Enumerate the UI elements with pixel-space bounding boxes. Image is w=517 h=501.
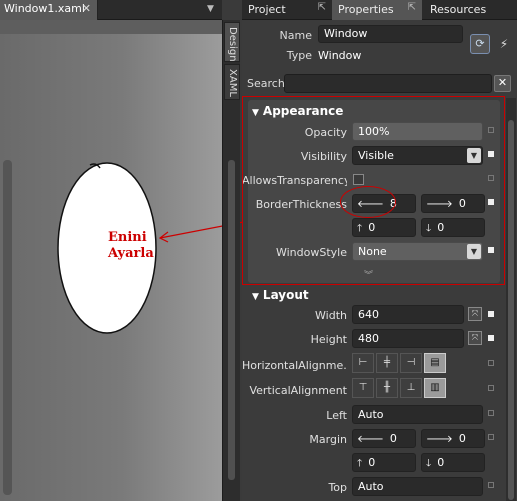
margin-right-value: 0 [458, 432, 466, 445]
vertical-scrollbar[interactable] [228, 160, 235, 480]
search-row: Search ✕ [242, 72, 517, 94]
annotation-circle [340, 186, 396, 218]
margin-bottom-input[interactable]: 🡓 0 [421, 453, 485, 472]
tab-project-label: Project [248, 3, 286, 16]
type-label: Type [286, 49, 312, 62]
tab-resources[interactable]: Resources [424, 0, 517, 20]
type-value: Window [318, 49, 362, 62]
left-label: Left [326, 409, 347, 422]
height-input[interactable]: 480 [352, 329, 464, 348]
width-input[interactable]: 640 [352, 305, 464, 324]
tab-project[interactable]: Project ⇱ [242, 0, 332, 20]
annotation-line-1: Enini [108, 230, 147, 245]
property-marker[interactable] [488, 482, 494, 488]
margin-label: Margin [309, 433, 347, 446]
annotation-text: Enini Ayarla [108, 230, 154, 262]
properties-scrollbar[interactable] [506, 98, 516, 501]
tab-design-label: Design [227, 27, 238, 62]
search-input[interactable] [284, 74, 492, 93]
auto-size-icon[interactable]: ⤧ [468, 307, 482, 321]
document-tab-bar: Window1.xaml ✕ ▼ [0, 0, 222, 20]
annotation-line-2: Ayarla [108, 246, 154, 261]
top-label: Top [328, 481, 347, 494]
arrow-right-icon: 🡒 [426, 434, 453, 445]
name-label: Name [279, 29, 312, 42]
top-input[interactable]: Auto [352, 477, 483, 496]
margin-bottom-value: 0 [437, 456, 445, 469]
arrow-up-icon: 🡑 [357, 458, 363, 469]
view-side-tabs: Design XAML [222, 20, 240, 501]
property-marker[interactable] [488, 335, 494, 341]
align-middle-icon[interactable]: ╫ [376, 378, 398, 398]
arrow-left-icon: 🡐 [357, 434, 384, 445]
properties-view-icon[interactable]: ⟳ [470, 34, 490, 54]
document-tab-title: Window1.xaml [4, 2, 85, 15]
align-left-icon[interactable]: ⊢ [352, 353, 374, 373]
arrow-down-icon: 🡓 [426, 458, 432, 469]
vertical-alignment-group: ⊤ ╫ ⊥ ▥ [352, 378, 452, 400]
pin-icon[interactable]: ⇱ [318, 2, 326, 13]
tab-xaml[interactable]: XAML [224, 64, 240, 100]
align-stretch-icon[interactable]: ▤ [424, 353, 446, 373]
width-label: Width [315, 309, 347, 322]
margin-left-value: 0 [389, 432, 397, 445]
vertical-alignment-label: VerticalAlignment [249, 384, 347, 397]
clear-search-icon[interactable]: ✕ [494, 75, 511, 92]
property-marker[interactable] [488, 311, 494, 317]
close-tab-icon[interactable]: ✕ [82, 2, 91, 15]
height-label: Height [310, 333, 347, 346]
search-label: Search [247, 77, 285, 90]
margin-right-input[interactable]: 🡒 0 [421, 429, 485, 448]
property-marker[interactable] [488, 385, 494, 391]
left-input[interactable]: Auto [352, 405, 483, 424]
tab-xaml-label: XAML [227, 69, 238, 97]
layout-header[interactable]: ▼ Layout [252, 288, 309, 304]
name-input[interactable]: Window [318, 25, 463, 43]
tab-properties-label: Properties [338, 3, 394, 16]
auto-size-icon[interactable]: ⤧ [468, 331, 482, 345]
align-center-icon[interactable]: ╪ [376, 353, 398, 373]
horizontal-alignment-label: HorizontalAlignme... [242, 359, 347, 372]
property-marker[interactable] [488, 360, 494, 366]
margin-top-input[interactable]: 🡑 0 [352, 453, 416, 472]
align-top-icon[interactable]: ⊤ [352, 378, 374, 398]
document-tab[interactable]: Window1.xaml ✕ [0, 0, 98, 20]
pin-icon[interactable]: ⇱ [408, 2, 416, 13]
chevron-down-icon[interactable]: ▼ [207, 4, 214, 14]
tab-design[interactable]: Design [224, 22, 240, 62]
object-info: Name Window Type Window ⟳ ⚡ [242, 20, 517, 70]
events-lightning-icon[interactable]: ⚡ [495, 34, 513, 54]
panel-tab-bar: Project ⇱ Properties ⇱ Resources [242, 0, 517, 20]
scroll-thumb[interactable] [508, 120, 514, 500]
margin-left-input[interactable]: 🡐 0 [352, 429, 416, 448]
layout-title: Layout [262, 288, 309, 302]
margin-top-value: 0 [368, 456, 376, 469]
horizontal-alignment-group: ⊢ ╪ ⊣ ▤ [352, 353, 452, 375]
collapse-triangle-icon[interactable]: ▼ [252, 292, 259, 302]
align-vstretch-icon[interactable]: ▥ [424, 378, 446, 398]
tab-properties[interactable]: Properties ⇱ [332, 0, 422, 20]
tab-resources-label: Resources [430, 3, 487, 16]
property-marker[interactable] [488, 434, 494, 440]
align-bottom-icon[interactable]: ⊥ [400, 378, 422, 398]
align-right-icon[interactable]: ⊣ [400, 353, 422, 373]
property-marker[interactable] [488, 410, 494, 416]
